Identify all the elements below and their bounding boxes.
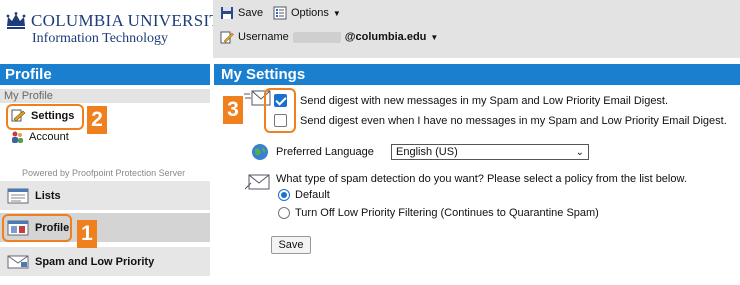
nav-label: Lists [35, 189, 61, 202]
callout-highlight-digest [264, 88, 296, 133]
spam-question: What type of spam detection do you want?… [276, 173, 687, 185]
chevron-down-icon: ⌄ [575, 147, 584, 158]
policy-radio-default[interactable] [278, 189, 290, 201]
options-label: Options [291, 7, 329, 19]
policy-option-default[interactable]: Default [278, 189, 330, 201]
options-list-icon [273, 6, 287, 20]
options-menu-button[interactable]: Options ▼ [273, 6, 341, 20]
department-name: Information Technology [32, 31, 169, 46]
redacted-username [292, 31, 341, 43]
digest-option-empty[interactable]: Send digest even when I have no messages… [274, 114, 727, 127]
university-logo: COLUMBIA UNIVERSITY Information Technolo… [0, 0, 232, 58]
language-select[interactable]: English (US) ⌄ [391, 144, 589, 160]
domain-text: columbia.edu [355, 31, 427, 43]
callout-badge-2: 2 [87, 106, 107, 134]
sidebar-header: Profile [0, 64, 210, 85]
policy-option-turn-off-low-priority[interactable]: Turn Off Low Priority Filtering (Continu… [278, 207, 599, 219]
left-column: COLUMBIA UNIVERSITY Information Technolo… [0, 0, 232, 285]
digest-option-new-messages[interactable]: Send digest with new messages in my Spam… [274, 94, 668, 107]
user-edit-icon [220, 31, 234, 44]
username-menu[interactable]: Username @columbia.edu ▼ [220, 30, 438, 44]
language-value: English (US) [396, 146, 458, 158]
chevron-down-icon: ▼ [430, 32, 439, 42]
powered-by-text: Powered by Proofpoint Protection Server [22, 168, 186, 178]
callout-badge-1: 1 [77, 220, 97, 248]
save-settings-button[interactable]: Save [271, 236, 311, 254]
save-button[interactable]: Save [220, 6, 263, 20]
floppy-disk-icon [221, 7, 233, 19]
globe-icon [252, 144, 268, 160]
list-icon [7, 188, 29, 203]
nav-spam-low-priority[interactable]: Spam and Low Priority [0, 246, 210, 276]
policy-radio-turn-off[interactable] [278, 207, 290, 219]
language-label: Preferred Language [276, 146, 374, 158]
callout-highlight-settings [6, 104, 84, 130]
nav-label: Spam and Low Priority [35, 255, 155, 268]
spam-envelope-icon [245, 174, 270, 190]
people-icon [12, 131, 23, 143]
username-domain: @columbia.edu [344, 31, 427, 43]
university-name: COLUMBIA UNIVERSITY [31, 11, 233, 30]
nav-lists[interactable]: Lists [0, 180, 210, 210]
policy-label: Turn Off Low Priority Filtering (Continu… [295, 207, 599, 219]
digest-option-label: Send digest with new messages in my Spam… [300, 94, 669, 107]
callout-highlight-profile [2, 214, 72, 242]
save-label: Save [238, 7, 264, 19]
toolbar: Save Options ▼ Username @columbia.edu ▼ [213, 0, 740, 58]
sidebar-item-label: Account [29, 131, 69, 143]
callout-badge-3: 3 [223, 96, 243, 124]
app-window: COLUMBIA UNIVERSITY Information Technolo… [0, 0, 740, 285]
policy-label: Default [295, 189, 330, 201]
crown-icon [6, 12, 26, 29]
sidebar-item-account[interactable]: Account [10, 129, 69, 145]
digest-option-label: Send digest even when I have no messages… [300, 114, 727, 127]
username-label: Username [238, 31, 289, 43]
chevron-down-icon: ▼ [332, 8, 341, 18]
mail-icon [7, 255, 29, 268]
settings-header: My Settings [214, 64, 740, 85]
section-label: My Profile [0, 89, 210, 103]
